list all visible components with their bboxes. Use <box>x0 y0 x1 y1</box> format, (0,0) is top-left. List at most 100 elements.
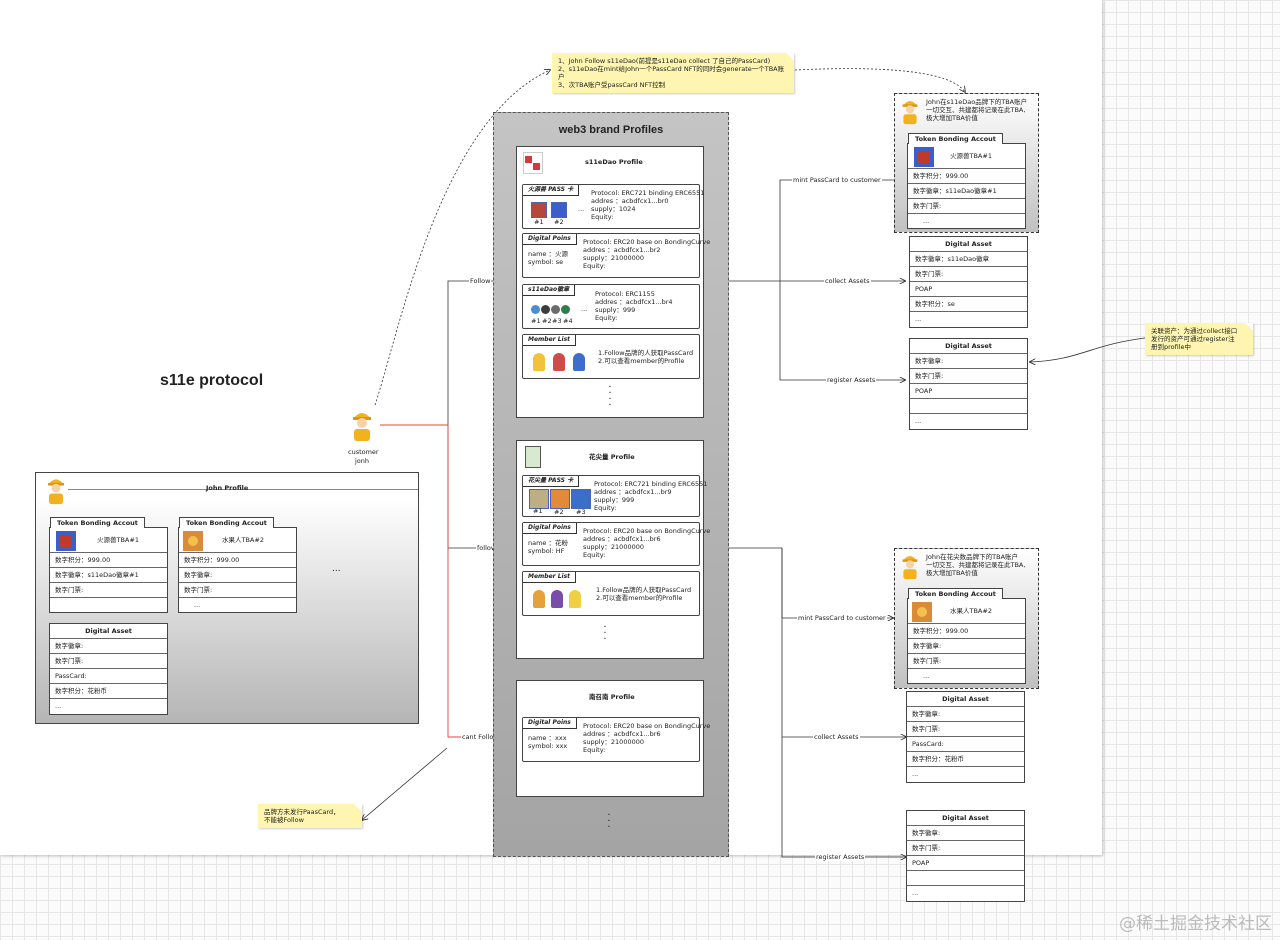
brand-profiles-panel: web3 brand Profiles s11eDao Profile 火源兽 … <box>493 112 729 857</box>
watermark: @稀土掘金技术社区 <box>1119 914 1272 934</box>
tba-note-line: 一切交互、共建都将记录在此TBA, <box>926 561 1026 569</box>
tba-row: 数字徽章: <box>908 638 1025 654</box>
hua-tba-box[interactable]: John在花尖数品牌下的TBA账户 一切交互、共建都将记录在此TBA, 极大增加… <box>894 548 1039 689</box>
asset-row: 数字徽章: <box>907 706 1024 722</box>
asset-row: 数字门票: <box>907 840 1024 856</box>
more-dots: · · · · <box>608 382 612 411</box>
edge-cant-to-note <box>362 747 448 820</box>
section-tab: Member List <box>523 335 577 346</box>
asset-row: POAP <box>907 855 1024 871</box>
tba-note-line: John在花尖数品牌下的TBA账户 <box>926 553 1019 561</box>
nan-profile[interactable]: 南召南 Profile Digital Poins name ：xxx symb… <box>516 680 710 797</box>
tba-row: 数字徽章：s11eDao徽章#1 <box>908 183 1025 199</box>
digital-points-section[interactable]: Digital Poins name ：花粉 symbol: HF Protoc… <box>522 522 710 566</box>
tba-name: 火源兽TBA#1 <box>97 536 139 544</box>
digital-points-section[interactable]: Digital Poins name ：火源 symbol: se Protoc… <box>522 233 710 278</box>
tba-row: 数字积分：999.00 <box>179 552 296 568</box>
john-tba-1[interactable]: Token Bonding Accout 火源兽TBA#1 数字积分：999.0… <box>49 517 168 613</box>
badge-line: Equity: <box>595 314 618 322</box>
pass-card-section[interactable]: 火源兽 PASS 卡 #1 #2 ... Protocol: ERC721 bi… <box>522 184 704 229</box>
john-digital-asset[interactable]: Digital Asset 数字徽章: 数字门票: PassCard: 数字积分… <box>49 623 168 715</box>
panel-title: web3 brand Profiles <box>558 124 664 136</box>
right-note: 关联资产：为通过collect接口 发行的资产可通过register注 册到pr… <box>1145 323 1253 355</box>
points-line: addres ：acbdfcx1...br2 <box>583 246 661 254</box>
asset-row: 数字门票: <box>910 266 1027 282</box>
tba-name: 水果人TBA#2 <box>950 607 992 615</box>
tba-account[interactable]: Token Bonding Accout 水果人TBA#2 数字积分：999.0… <box>907 588 1026 684</box>
asset-row: PassCard: <box>907 736 1024 752</box>
note-line: 不能被Follow <box>264 816 304 824</box>
s11e-tba-box[interactable]: John在s11eDao品牌下的TBA账户 一切交互、共建都将记录在此TBA, … <box>894 93 1039 233</box>
member-avatar-icon <box>573 353 585 371</box>
tba-name: 水果人TBA#2 <box>222 536 264 544</box>
pass-nft-icon <box>571 489 591 509</box>
user-avatar-icon <box>902 556 918 580</box>
section-tab: Digital Poins <box>523 234 577 245</box>
asset-row: 数字门票: <box>50 653 167 669</box>
pass-nft-icon <box>529 489 549 509</box>
section-tab: Digital Poins <box>523 523 577 534</box>
john-profile-title: John Profile <box>206 484 249 492</box>
s11edao-profile[interactable]: s11eDao Profile 火源兽 PASS 卡 #1 #2 ... Pro… <box>516 146 710 418</box>
s11e-registered-asset[interactable]: Digital Asset 数字徽章: 数字门票: POAP ... <box>909 338 1028 430</box>
member-list-section[interactable]: Member List 1.Follow品牌的人获取PassCard 2.可以查… <box>522 334 700 379</box>
asset-row: ... <box>907 766 1024 782</box>
note-line: 发行的资产可通过register注 <box>1151 335 1235 343</box>
section-tab: 花尖量 PASS 卡 <box>523 476 580 487</box>
hua-profile[interactable]: 花尖量 Profile 花尖量 PASS 卡 #1 #2 #3 Protocol… <box>516 440 710 659</box>
tba-note-line: John在s11eDao品牌下的TBA账户 <box>926 98 1028 106</box>
pass-card-section[interactable]: 花尖量 PASS 卡 #1 #2 #3 Protocol: ERC721 bin… <box>522 475 707 517</box>
digital-points-section[interactable]: Digital Poins name ：xxx symbol: xxx Prot… <box>522 717 710 762</box>
more: ... <box>578 205 585 213</box>
s11e-logo-icon <box>523 152 543 174</box>
john-profile[interactable]: John Profile Token Bonding Accout 火源兽TBA… <box>35 472 419 724</box>
edge-label-collect: collect Assets <box>813 733 860 741</box>
points-line: Protocol: ERC20 base on BondingCurve <box>583 722 711 730</box>
monster-avatar-icon <box>914 147 934 167</box>
tba-head: Token Bonding Accout <box>50 517 145 528</box>
pass-nft-icon <box>550 489 570 509</box>
points-line: addres ：acbdfcx1...br6 <box>583 535 661 543</box>
asset-row: 数字门票: <box>910 368 1027 384</box>
badge-icon <box>531 305 540 314</box>
asset-title: Digital Asset <box>945 342 992 350</box>
tba-account[interactable]: Token Bonding Accout 火源兽TBA#1 数字积分：999.0… <box>907 133 1026 229</box>
asset-row: 数字积分：花粉币 <box>907 751 1024 767</box>
tba-row <box>50 597 167 613</box>
points-symbol: symbol: se <box>528 258 564 266</box>
asset-row: POAP <box>910 383 1027 399</box>
member-list-section[interactable]: Member List 1.Follow品牌的人获取PassCard 2.可以查… <box>522 571 700 616</box>
tba-row: 数字徽章：s11eDao徽章#1 <box>50 567 167 583</box>
asset-row <box>910 398 1027 414</box>
badge-num: #2 <box>542 317 552 325</box>
member-avatar-icon <box>551 590 563 608</box>
badge-line: supply：999 <box>595 306 636 314</box>
badge-section[interactable]: s11eDao徽章 #1 #2 #3 #4 ... Protocol: ERC1… <box>522 284 700 329</box>
edge-label-collect: collect Assets <box>824 277 871 285</box>
tba-row: 数字门票: <box>908 653 1025 669</box>
user-avatar-icon <box>902 101 918 125</box>
john-tba-2[interactable]: Token Bonding Accout 水果人TBA#2 数字积分：999.0… <box>178 517 297 613</box>
tba-note-line: 极大增加TBA价值 <box>926 114 978 122</box>
s11e-digital-asset[interactable]: Digital Asset 数字徽章：s11eDao徽章 数字门票: POAP … <box>909 236 1028 328</box>
member-line: 1.Follow品牌的人获取PassCard <box>596 586 692 594</box>
points-symbol: symbol: xxx <box>528 742 568 750</box>
tba-name: 火源兽TBA#1 <box>950 152 992 160</box>
tba-note-line: 极大增加TBA价值 <box>926 569 978 577</box>
points-line: Equity: <box>583 746 606 754</box>
hua-registered-asset[interactable]: Digital Asset 数字徽章: 数字门票: POAP ... <box>906 810 1025 902</box>
asset-row: ... <box>910 311 1027 327</box>
member-line: 1.Follow品牌的人获取PassCard <box>598 349 694 357</box>
edge-note-to-tba <box>794 68 965 92</box>
nft-num: #2 <box>554 218 564 226</box>
asset-title: Digital Asset <box>942 814 989 822</box>
customer-label: customer <box>348 448 379 456</box>
points-name: name ：花粉 <box>528 539 568 547</box>
profile-title: 南召南 Profile <box>589 693 635 701</box>
asset-row: ... <box>50 698 167 714</box>
hua-digital-asset[interactable]: Digital Asset 数字徽章: 数字门票: PassCard: 数字积分… <box>906 691 1025 783</box>
tba-note-line: 一切交互、共建都将记录在此TBA, <box>926 106 1026 114</box>
section-tab: s11eDao徽章 <box>523 285 576 296</box>
asset-title: Digital Asset <box>945 240 992 248</box>
asset-row: PassCard: <box>50 668 167 684</box>
